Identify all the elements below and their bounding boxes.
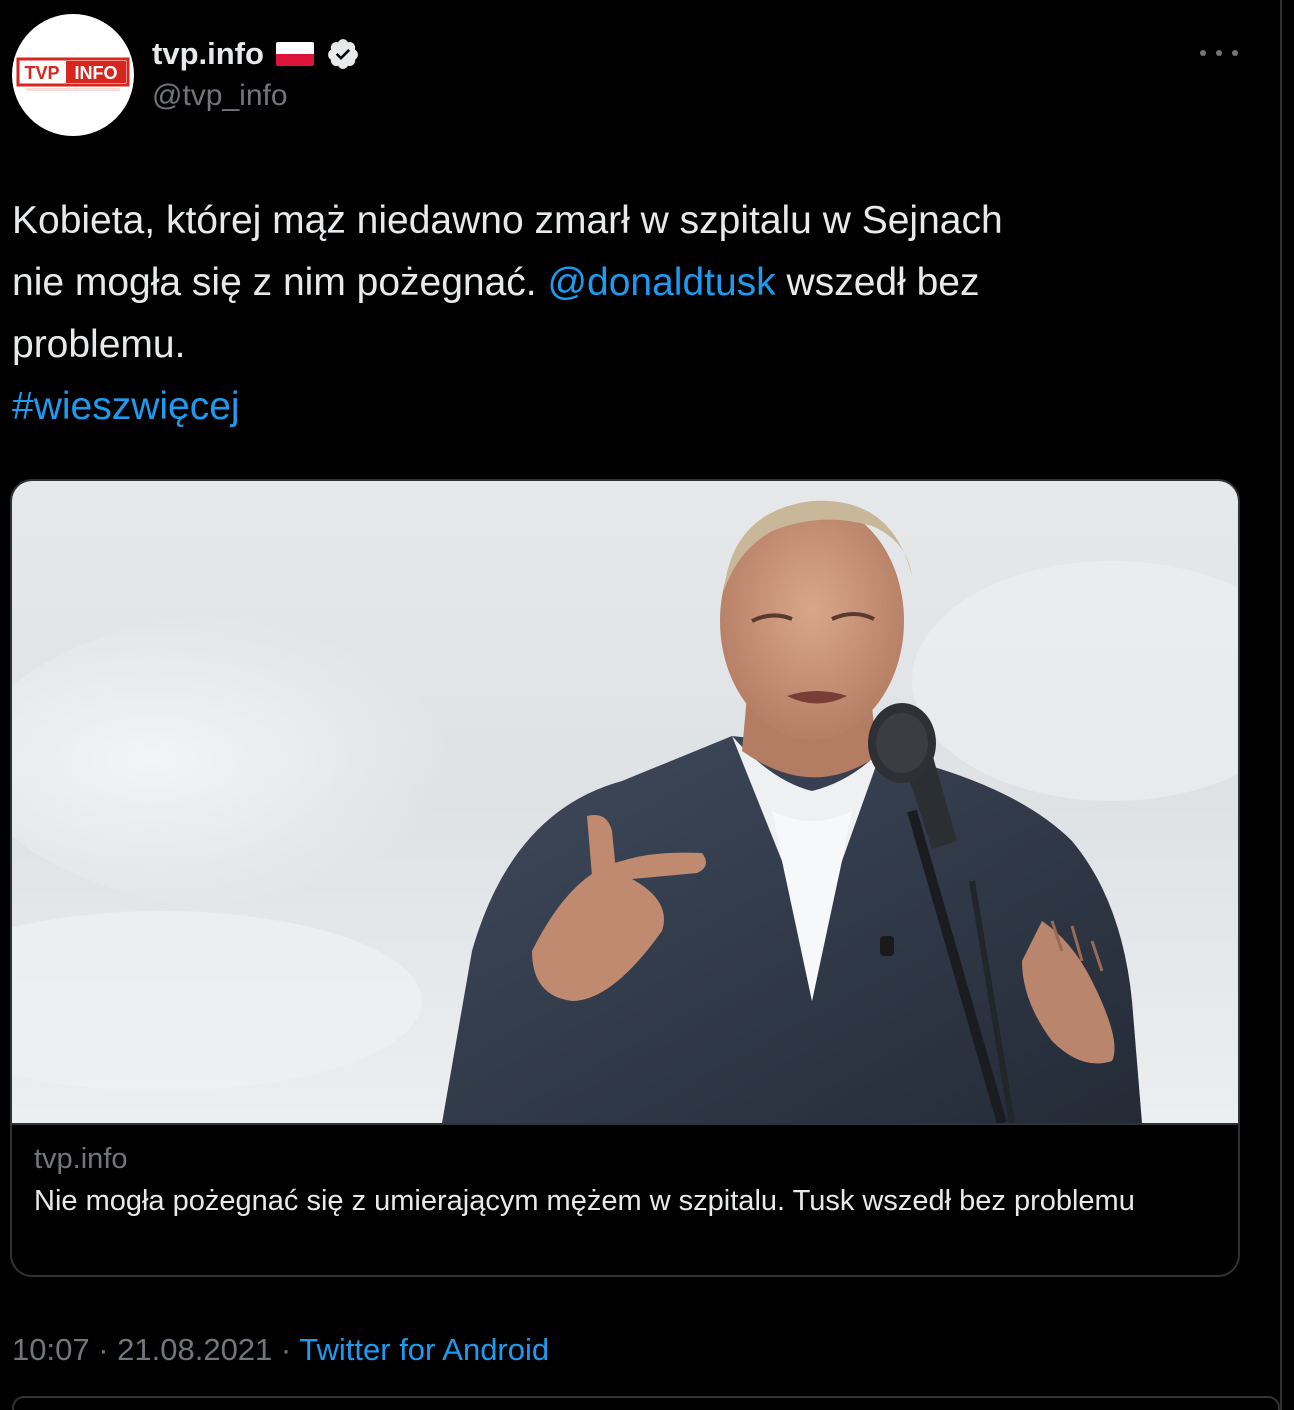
tweet-date[interactable]: 21.08.2021	[117, 1332, 272, 1367]
card-domain: tvp.info	[34, 1143, 128, 1175]
meta-separator: ·	[89, 1332, 118, 1367]
svg-text:INFO: INFO	[75, 63, 118, 83]
next-section-edge	[12, 1396, 1280, 1410]
card-title[interactable]: Nie mogła pożegnać się z umierającym męż…	[34, 1181, 1194, 1221]
display-name[interactable]: tvp.info	[152, 34, 264, 74]
author-name-row[interactable]: tvp.info	[152, 34, 360, 74]
avatar[interactable]: TVP INFO	[12, 14, 134, 136]
verified-badge-icon	[328, 39, 358, 69]
card-image[interactable]	[12, 481, 1238, 1123]
tweet-text-line: nie mogła się z nim pożegnać. @donaldtus…	[12, 252, 1232, 314]
column-divider	[1280, 0, 1282, 1410]
tvp-info-logo-icon: TVP INFO	[16, 57, 130, 91]
hashtag-link[interactable]: #wieszwięcej	[12, 385, 240, 428]
tweet-text-segment: nie mogła się z nim pożegnać.	[12, 261, 548, 304]
more-horizontal-icon[interactable]	[1196, 40, 1242, 66]
card-divider	[12, 1123, 1238, 1125]
tweet-text: Kobieta, której mąż niedawno zmarł w szp…	[12, 190, 1232, 438]
tweet-text-segment: wszedł bez	[775, 261, 980, 304]
mention-link[interactable]: @donaldtusk	[547, 261, 775, 304]
poland-flag-icon	[275, 42, 314, 66]
meta-separator: ·	[272, 1332, 300, 1367]
tweet-text-line: problemu.	[12, 323, 186, 366]
link-preview-card[interactable]: tvp.info Nie mogła pożegnać się z umiera…	[10, 479, 1240, 1277]
tweet-detail-page: TVP INFO tvp.info @tvp_info Kobieta, któ…	[0, 0, 1294, 1410]
tweet-time[interactable]: 10:07	[12, 1332, 90, 1367]
author-handle[interactable]: @tvp_info	[152, 78, 288, 114]
tweet-source-link[interactable]: Twitter for Android	[299, 1332, 549, 1367]
tweet-meta: 10:07 · 21.08.2021 · Twitter for Android	[12, 1330, 549, 1370]
svg-text:TVP: TVP	[24, 63, 59, 83]
tweet-text-line: Kobieta, której mąż niedawno zmarł w szp…	[12, 199, 1003, 242]
